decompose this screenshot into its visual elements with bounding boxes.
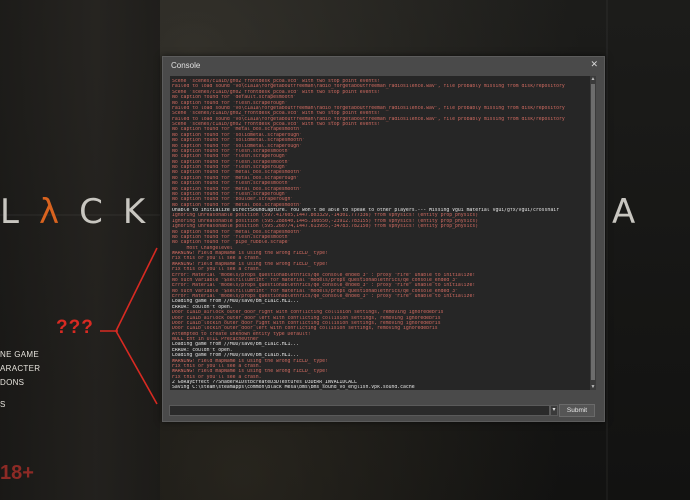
scrollbar-thumb[interactable] [591, 84, 595, 380]
console-log-line: Saving C:\steam\steamapps\common\Black M… [172, 385, 415, 390]
scroll-up-icon[interactable]: ▲ [590, 76, 596, 82]
menu-item-new-game[interactable]: NE GAME [0, 348, 40, 362]
menu-item-options[interactable]: S [0, 398, 40, 412]
scroll-down-icon[interactable]: ▼ [590, 384, 596, 390]
lambda-logo-icon: λ [38, 192, 80, 232]
close-icon[interactable]: ✕ [590, 59, 598, 70]
console-log: Scene 'scenes/c1a1b/gn02_frontdesk_pcoa.… [172, 79, 588, 390]
background-pipe [606, 0, 608, 500]
logo-letters-l: L [0, 192, 39, 232]
console-log-line: Failed to load sound "vo\c1a1a\forgetabo… [172, 84, 565, 90]
console-log-area[interactable]: Scene 'scenes/c1a1b/gn02_frontdesk_pcoa.… [170, 76, 590, 390]
console-scrollbar[interactable]: ▲ ▼ [590, 76, 596, 390]
menu-item-addons[interactable]: DONS [0, 376, 40, 390]
logo-suffix: A [612, 192, 636, 232]
annotation-question-marks: ??? [56, 317, 94, 338]
health-indicator: 18+ [0, 462, 34, 484]
background-doorframe [0, 0, 160, 500]
chevron-down-icon[interactable]: ▾ [550, 405, 558, 416]
console-window: Console ✕ Scene 'scenes/c1a1b/gn02_front… [162, 56, 605, 422]
console-title: Console [171, 61, 201, 70]
submit-button[interactable]: Submit [559, 404, 595, 417]
logo-letters-ck: CK [79, 192, 166, 232]
game-logo: LλCK [0, 192, 165, 232]
menu-item-character[interactable]: ARACTER [0, 362, 40, 376]
main-menu: NE GAME ARACTER DONS S [0, 348, 40, 412]
console-command-input[interactable] [169, 405, 550, 416]
